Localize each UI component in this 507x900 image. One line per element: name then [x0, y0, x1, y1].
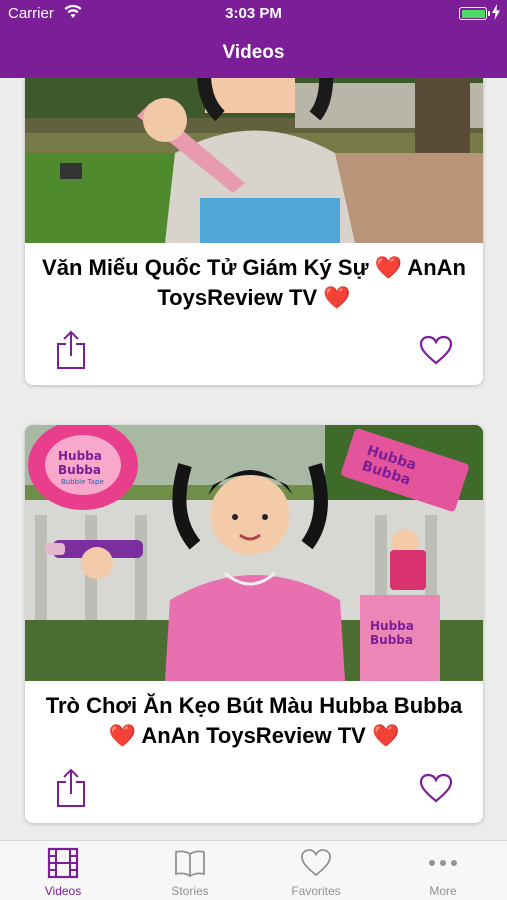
brand-text-tape: Bubble Tape — [61, 478, 104, 486]
charging-icon — [492, 4, 500, 20]
favorite-heart-icon[interactable] — [419, 335, 453, 365]
video-thumbnail[interactable] — [25, 78, 483, 243]
book-icon — [175, 850, 205, 878]
tab-stories[interactable]: Stories — [127, 841, 253, 900]
tab-more[interactable]: More — [380, 841, 506, 900]
video-title: Văn Miếu Quốc Tử Giám Ký Sự ❤️ AnAn Toys… — [42, 255, 466, 310]
more-icon — [429, 860, 457, 866]
video-list[interactable]: Văn Miếu Quốc Tử Giám Ký Sự ❤️ AnAn Toys… — [0, 78, 507, 840]
tab-videos[interactable]: Videos — [0, 841, 126, 900]
tab-label: Videos — [44, 884, 82, 898]
share-icon[interactable] — [55, 768, 87, 808]
favorite-heart-icon[interactable] — [419, 773, 453, 803]
status-bar: Carrier 3:03 PM — [0, 0, 507, 28]
video-card[interactable]: Hubba Bubba Bubble Tape Hubba Bubba Hubb… — [25, 425, 483, 823]
thumbnail-image — [25, 78, 483, 243]
brand-text-hubba: Hubba — [58, 449, 102, 463]
thumbnail-image: Hubba Bubba Bubble Tape Hubba Bubba Hubb… — [25, 425, 483, 681]
tab-favorites[interactable]: Favorites — [253, 841, 379, 900]
tab-bar: Videos Stories Favorites More — [0, 840, 507, 900]
status-time: 3:03 PM — [225, 5, 282, 22]
brand-text-hubba-3: Hubba — [370, 619, 414, 633]
battery-icon — [459, 7, 490, 20]
video-card[interactable]: Văn Miếu Quốc Tử Giám Ký Sự ❤️ AnAn Toys… — [25, 78, 483, 385]
tab-label: Stories — [171, 884, 209, 898]
brand-text-bubba: Bubba — [58, 463, 101, 477]
brand-text-bubba-3: Bubba — [370, 633, 413, 647]
video-title: Trò Chơi Ăn Kẹo Bút Màu Hubba Bubba ❤️ A… — [45, 693, 463, 748]
page-title: Videos — [222, 42, 285, 63]
tab-label: More — [429, 884, 457, 898]
video-thumbnail[interactable]: Hubba Bubba Bubble Tape Hubba Bubba Hubb… — [25, 425, 483, 681]
share-icon[interactable] — [55, 330, 87, 370]
tab-label: Favorites — [291, 884, 341, 898]
navigation-bar: Videos — [0, 28, 507, 78]
film-icon — [47, 847, 79, 879]
heart-icon — [301, 849, 331, 877]
